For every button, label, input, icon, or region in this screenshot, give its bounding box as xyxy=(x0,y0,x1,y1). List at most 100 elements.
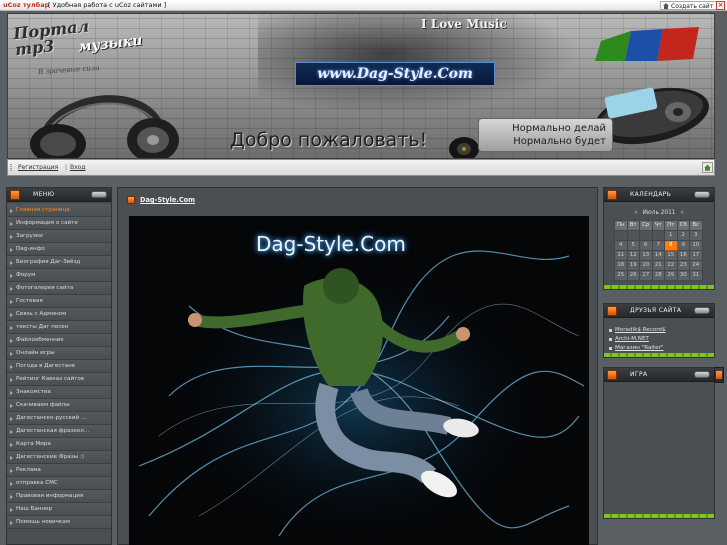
calendar-day[interactable]: 24 xyxy=(689,260,703,271)
calendar-day[interactable]: 6 xyxy=(639,240,653,251)
toolbar-brand-link[interactable]: uCoz тулбар xyxy=(3,0,49,11)
menu-item[interactable]: Дагестанско-русский ... xyxy=(7,412,111,425)
calendar-day[interactable]: 5 xyxy=(626,240,640,251)
menu-title: МЕНЮ xyxy=(33,191,55,198)
menu-item[interactable]: Форум xyxy=(7,269,111,282)
calendar-day[interactable]: 1 xyxy=(664,230,678,241)
friend-link[interactable]: Магазин "Raiter" xyxy=(609,344,666,353)
toolbar-promo-link[interactable]: [ Удобная работа с uCoz сайтами ] xyxy=(48,0,166,11)
menu-item[interactable]: Гостевая xyxy=(7,295,111,308)
calendar-day[interactable]: 28 xyxy=(651,270,665,281)
calendar-day[interactable]: 22 xyxy=(664,260,678,271)
menu-item[interactable]: Биография Даг-Звёзд xyxy=(7,256,111,269)
calendar-day[interactable]: 8 xyxy=(664,240,678,251)
menu-item[interactable]: Онлайн игры xyxy=(7,347,111,360)
calendar-day[interactable]: 29 xyxy=(664,270,678,281)
calendar-day xyxy=(626,230,640,241)
calendar-prev-link[interactable]: « xyxy=(631,210,641,216)
calendar-day xyxy=(639,230,653,241)
menu-item[interactable]: Загрузки xyxy=(7,230,111,243)
menu-item[interactable]: Связь с Админом xyxy=(7,308,111,321)
nav-separator: | xyxy=(65,164,68,171)
menu-item[interactable]: Реклама xyxy=(7,464,111,477)
calendar-day[interactable]: 3 xyxy=(689,230,703,241)
calendar-weekday: Ср xyxy=(639,220,653,231)
menu-item[interactable]: Информация о сайте xyxy=(7,217,111,230)
menu-item[interactable]: Погода в Дагестане xyxy=(7,360,111,373)
motto-box: Нормально делай Нормально будет xyxy=(478,118,613,152)
menu-item[interactable]: Dag-инфо xyxy=(7,243,111,256)
calendar-day[interactable]: 23 xyxy=(676,260,690,271)
motto-line2: Нормально будет xyxy=(513,136,606,147)
calendar-weekday: Чт xyxy=(651,220,665,231)
friend-link[interactable]: Archi-M.NET xyxy=(609,335,666,344)
calendar-day[interactable]: 14 xyxy=(651,250,665,261)
friends-block-icon xyxy=(607,306,617,316)
post-title-link[interactable]: Dag-Style.Com xyxy=(125,194,195,206)
calendar-week-row: 123 xyxy=(614,230,703,241)
menu-item[interactable]: Дагестанская фразеол... xyxy=(7,425,111,438)
friends-title: ДРУЗЬЯ САЙТА xyxy=(630,307,682,314)
calendar-weekday: Сб xyxy=(676,220,690,231)
calendar-day[interactable]: 10 xyxy=(689,240,703,251)
calendar-day[interactable]: 25 xyxy=(614,270,628,281)
calendar-day[interactable]: 26 xyxy=(626,270,640,281)
menu-item[interactable]: Скачиваем файлы xyxy=(7,399,111,412)
menu-item[interactable]: Дагестанские Фразы :) xyxy=(7,451,111,464)
menu-item[interactable]: Помощь новичкам xyxy=(7,516,111,529)
calendar-day[interactable]: 27 xyxy=(639,270,653,281)
nav-handle-icon xyxy=(10,164,12,172)
calendar-day[interactable]: 30 xyxy=(676,270,690,281)
calendar-header-ornament-icon xyxy=(694,191,710,198)
calendar-day[interactable]: 4 xyxy=(614,240,628,251)
menu-item[interactable]: Правовая информация xyxy=(7,490,111,503)
menu-item[interactable]: Карта Мира xyxy=(7,438,111,451)
calendar-day[interactable]: 2 xyxy=(676,230,690,241)
calendar-day[interactable]: 21 xyxy=(651,260,665,271)
calendar-block-icon xyxy=(607,190,617,200)
calendar-title: КАЛЕНДАРЬ xyxy=(630,191,672,198)
game-footer-bar xyxy=(604,514,714,518)
calendar-next-link[interactable]: » xyxy=(677,210,687,216)
headphones-icon xyxy=(30,95,179,158)
calendar-day[interactable]: 15 xyxy=(664,250,678,261)
calendar-day[interactable]: 11 xyxy=(614,250,628,261)
calendar-day[interactable]: 9 xyxy=(676,240,690,251)
calendar-day[interactable]: 7 xyxy=(651,240,665,251)
menu-item[interactable]: Файлообменник xyxy=(7,334,111,347)
menu-item[interactable]: Наш Баннер xyxy=(7,503,111,516)
login-link[interactable]: Вход xyxy=(70,160,86,176)
house-icon xyxy=(663,3,669,9)
create-site-button[interactable]: Создать сайт xyxy=(660,1,718,10)
calendar-weekday: Вт xyxy=(626,220,640,231)
calendar-day[interactable]: 18 xyxy=(614,260,628,271)
menu-item[interactable]: Рейтинг Кавказ сайтов xyxy=(7,373,111,386)
menu-item[interactable]: тексты Даг песен xyxy=(7,321,111,334)
register-link[interactable]: Регистрация xyxy=(18,160,58,176)
calendar-week-row: 25 26 27 28 29 30 31 xyxy=(614,270,703,281)
menu-block-icon xyxy=(10,190,20,200)
menu-item[interactable]: Главная страница xyxy=(7,204,111,217)
create-site-label: Создать сайт xyxy=(671,3,714,10)
home-button-icon[interactable] xyxy=(702,162,713,173)
menu-item[interactable]: Фотогалерея сайта xyxy=(7,282,111,295)
artwork-logo-text: Dag-Style.Com xyxy=(256,232,406,256)
menu-item[interactable]: отправка СМС xyxy=(7,477,111,490)
calendar-day[interactable]: 16 xyxy=(676,250,690,261)
calendar-day[interactable]: 13 xyxy=(639,250,653,261)
calendar-day[interactable]: 20 xyxy=(639,260,653,271)
friend-link[interactable]: Moradik$ Record$ xyxy=(609,326,666,335)
welcome-text: Добро пожаловать! xyxy=(230,129,428,151)
post-title-text: Dag-Style.Com xyxy=(140,196,196,204)
menu-header-ornament-icon xyxy=(91,191,107,198)
friends-panel: ДРУЗЬЯ САЙТА Moradik$ Record$ Archi-M.NET… xyxy=(603,303,715,358)
calendar-day[interactable]: 31 xyxy=(689,270,703,281)
calendar-day[interactable]: 12 xyxy=(626,250,640,261)
calendar-day[interactable]: 19 xyxy=(626,260,640,271)
calendar-weekday: Пт xyxy=(664,220,678,231)
user-nav-bar: Регистрация | Вход xyxy=(7,159,715,176)
toolbar-close-icon[interactable]: × xyxy=(716,1,725,10)
calendar-day[interactable]: 17 xyxy=(689,250,703,261)
menu-item[interactable]: Знакомства xyxy=(7,386,111,399)
friends-footer-bar xyxy=(604,353,714,357)
